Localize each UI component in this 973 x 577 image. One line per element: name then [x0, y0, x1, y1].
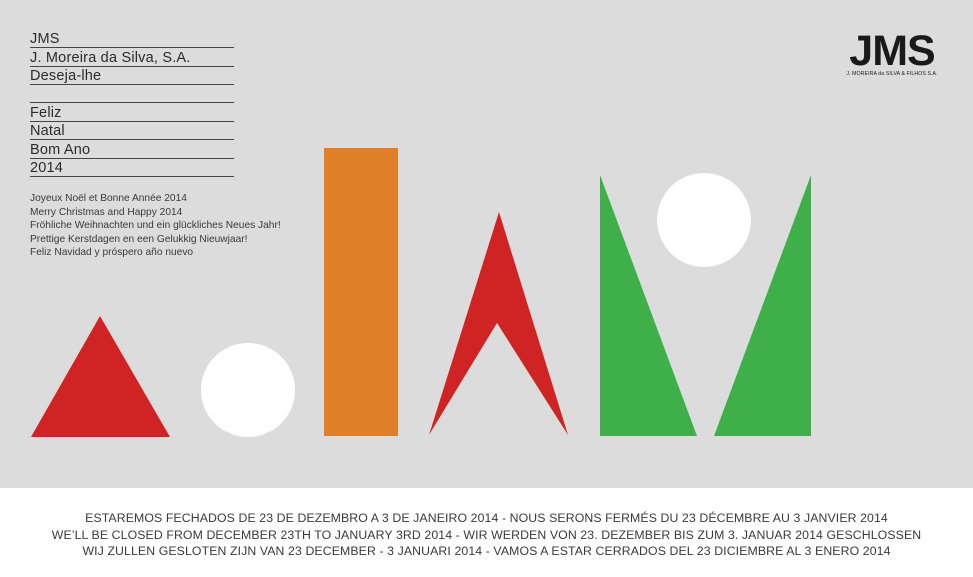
closure-notice-line-nl-es: WIJ ZULLEN GESLOTEN ZIJN VAN 23 DECEMBER…: [82, 544, 891, 558]
greeting-card: JMS J. Moreira da Silva, S.A. Deseja-lhe…: [0, 0, 973, 488]
red-triangle-shape: [31, 316, 170, 437]
closure-notice: ESTAREMOS FECHADOS DE 23 DE DEZEMBRO A 3…: [0, 488, 973, 577]
red-chevron-shape: [429, 212, 568, 435]
closure-notice-line-en-de: WE’LL BE CLOSED FROM DECEMBER 23TH TO JA…: [51, 527, 922, 542]
geometric-year-artwork: [31, 148, 811, 437]
white-circle-shape-right: [657, 173, 751, 267]
white-circle-shape-left: [201, 343, 295, 437]
closure-notice-line-pt-fr: ESTAREMOS FECHADOS DE 23 DE DEZEMBRO A 3…: [85, 511, 888, 525]
orange-bar-shape: [324, 148, 398, 436]
